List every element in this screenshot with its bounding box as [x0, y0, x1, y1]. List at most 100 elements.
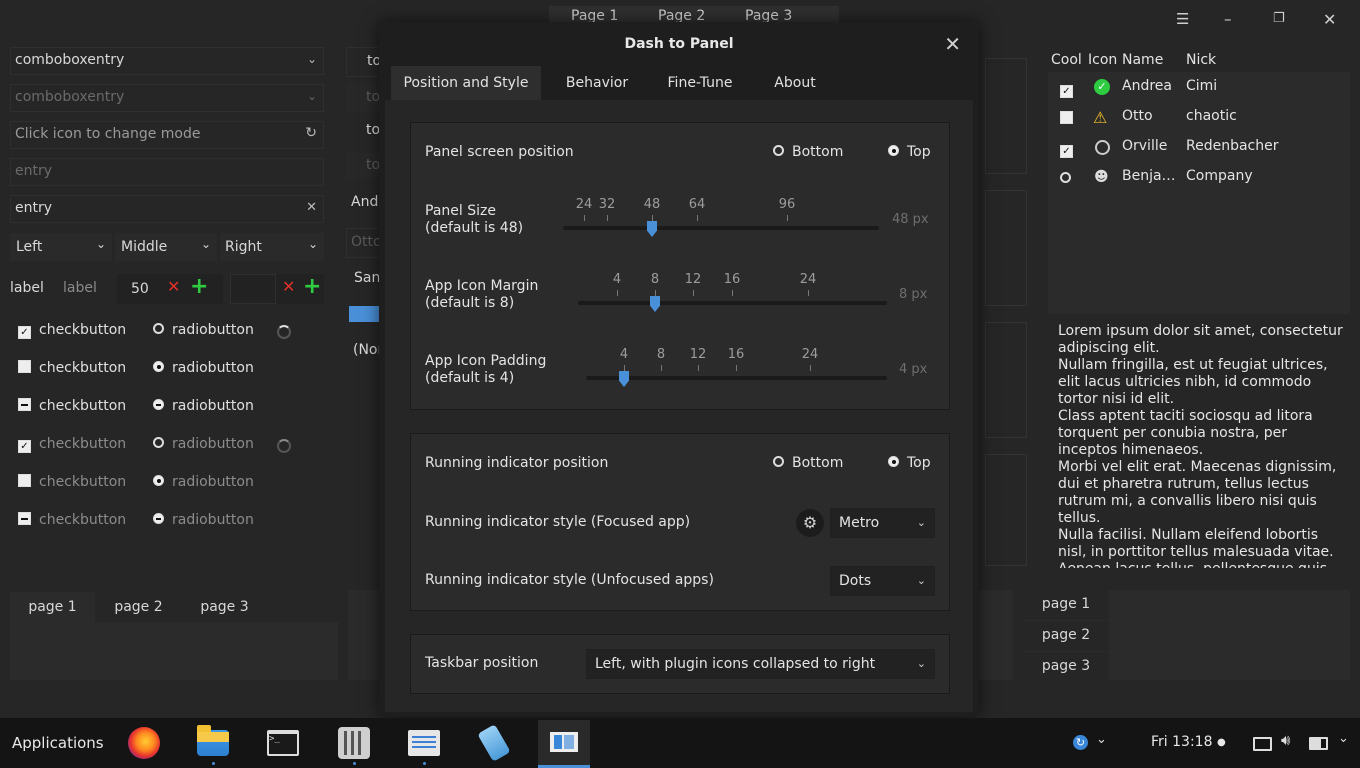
checkbutton-1[interactable]: ✓ checkbutton: [18, 322, 126, 346]
radio-unselected: [773, 145, 784, 156]
menu-icon[interactable]: ☰: [1176, 10, 1189, 28]
refresh-icon[interactable]: ↻: [305, 125, 317, 141]
style-focused-dropdown[interactable]: Metro ⌄: [830, 508, 935, 538]
minus-icon[interactable]: ✕: [167, 277, 180, 296]
align-left-combo[interactable]: Left ⌄: [10, 233, 112, 261]
radiobutton-label: radiobutton: [172, 360, 254, 376]
settings-mixer-icon[interactable]: [338, 727, 370, 759]
maximize-icon[interactable]: ❐: [1273, 11, 1285, 26]
side-tab-page-1[interactable]: page 1: [1023, 590, 1109, 620]
tab-position-and-style[interactable]: Position and Style: [391, 66, 541, 100]
side-tab-page-3[interactable]: page 3: [1023, 652, 1109, 682]
tree-row-1-check[interactable]: ✓: [1060, 81, 1081, 98]
mode-entry[interactable]: Click icon to change mode ↻: [10, 121, 324, 149]
radio-label: Top: [907, 455, 931, 471]
icon-margin-default: (default is 8): [425, 295, 515, 311]
lorem-text: Lorem ipsum dolor sit amet, consectetur a…: [1058, 323, 1343, 568]
spinbutton[interactable]: 50 ✕ +: [117, 274, 223, 304]
slider-mark-label: 48: [643, 197, 661, 212]
terminal-icon[interactable]: >_: [267, 730, 299, 756]
minimize-icon[interactable]: –: [1224, 10, 1232, 28]
active-app-highlight[interactable]: [538, 720, 590, 768]
radiobutton-5[interactable]: radiobutton: [153, 474, 254, 498]
draw-icon[interactable]: [477, 724, 511, 762]
dot-icon: ●: [1216, 737, 1226, 748]
tab-about[interactable]: About: [753, 66, 837, 100]
panel-frame: [985, 190, 1027, 306]
spin-2-entry[interactable]: [230, 274, 276, 304]
spinbutton-2[interactable]: ✕ +: [230, 274, 324, 304]
firefox-icon[interactable]: [128, 727, 160, 759]
tree-row-4-radio[interactable]: [1060, 171, 1079, 187]
gear-icon[interactable]: ⚙: [796, 509, 824, 537]
checkbutton-2[interactable]: checkbutton: [18, 360, 126, 384]
slider-handle[interactable]: [619, 371, 629, 387]
slider-handle[interactable]: [650, 296, 660, 312]
clock[interactable]: Fri 13:18 ●: [1151, 734, 1226, 750]
side-tab-page-2[interactable]: page 2: [1023, 621, 1109, 651]
close-icon[interactable]: ✕: [944, 32, 961, 56]
column-header-cool[interactable]: Cool: [1051, 52, 1082, 68]
clear-icon[interactable]: ✕: [306, 200, 317, 215]
comboboxentry-1[interactable]: comboboxentry ⌄: [10, 47, 324, 75]
checkbutton-4[interactable]: ✓ checkbutton: [18, 436, 126, 460]
tab-behavior[interactable]: Behavior: [547, 66, 647, 100]
panel-position-top-radio[interactable]: Top: [888, 144, 931, 160]
column-header-icon[interactable]: Icon: [1088, 52, 1117, 68]
chevron-down-icon[interactable]: ⌄: [1338, 731, 1349, 746]
panel-position-bottom-radio[interactable]: Bottom: [773, 144, 843, 160]
slider-mark-label: 8: [650, 272, 660, 287]
slider-trough[interactable]: [563, 226, 879, 230]
checkbutton-3[interactable]: checkbutton: [18, 398, 126, 422]
volume-icon[interactable]: 🔊︎: [1281, 731, 1290, 749]
align-middle-combo[interactable]: Middle ⌄: [115, 233, 217, 261]
update-icon[interactable]: ↻: [1073, 735, 1088, 750]
checkbutton-6[interactable]: checkbutton: [18, 512, 126, 536]
files-icon[interactable]: [197, 725, 229, 756]
radio-label: Bottom: [792, 455, 844, 471]
slider-tick: [652, 215, 653, 221]
tree-row-3-check[interactable]: ✓: [1060, 141, 1081, 158]
tab-page-2[interactable]: page 2: [96, 592, 181, 622]
radiobutton-2[interactable]: radiobutton: [153, 360, 254, 384]
text-view[interactable]: Lorem ipsum dolor sit amet, consectetur a…: [1048, 320, 1350, 568]
tree-row-2-check[interactable]: [1060, 111, 1081, 127]
slider-handle[interactable]: [647, 221, 657, 237]
chevron-down-icon[interactable]: ⌄: [1096, 732, 1107, 747]
tab-fine-tune[interactable]: Fine-Tune: [653, 66, 747, 100]
applications-menu[interactable]: Applications: [12, 734, 104, 752]
radiobutton-1[interactable]: radiobutton: [153, 322, 254, 346]
comboboxentry-2[interactable]: comboboxentry ⌄: [10, 84, 324, 112]
checkbox-checked: ✓: [18, 326, 31, 339]
taskbar-position-dropdown[interactable]: Left, with plugin icons collapsed to rig…: [586, 649, 935, 679]
spin-value: 50: [131, 281, 149, 297]
column-header-name[interactable]: Name: [1122, 52, 1163, 68]
minus-icon[interactable]: ✕: [282, 277, 295, 296]
combo-1-text: comboboxentry: [15, 52, 125, 68]
checkbutton-5[interactable]: checkbutton: [18, 474, 126, 498]
plus-icon[interactable]: +: [303, 274, 321, 299]
column-header-nick[interactable]: Nick: [1186, 52, 1216, 68]
battery-icon[interactable]: [1309, 737, 1328, 750]
lorem-line: adipiscing elit.: [1058, 340, 1160, 356]
radiobutton-6[interactable]: radiobutton: [153, 512, 254, 536]
running-position-top-radio[interactable]: Top: [888, 455, 931, 471]
slider-mark-label: 8: [656, 347, 666, 362]
tab-page-1[interactable]: page 1: [10, 592, 95, 622]
slider-trough[interactable]: [586, 376, 887, 380]
radiobutton-4[interactable]: radiobutton: [153, 436, 254, 460]
close-icon[interactable]: ✕: [1323, 10, 1336, 29]
radiobutton-3[interactable]: radiobutton: [153, 398, 254, 422]
running-position-bottom-radio[interactable]: Bottom: [773, 455, 843, 471]
align-right-combo[interactable]: Right ⌄: [220, 233, 324, 261]
checkbox-unchecked: [1060, 111, 1073, 124]
radiobutton-label: radiobutton: [172, 398, 254, 414]
network-icon[interactable]: [1253, 737, 1272, 751]
style-unfocused-dropdown[interactable]: Dots ⌄: [830, 566, 935, 596]
plus-icon[interactable]: +: [190, 274, 208, 299]
text-editor-icon[interactable]: [408, 730, 440, 756]
tab-page-3[interactable]: page 3: [182, 592, 267, 622]
entry-field[interactable]: entry ✕: [10, 195, 324, 223]
slider-trough[interactable]: [578, 301, 887, 305]
entry-disabled[interactable]: entry: [10, 158, 324, 186]
